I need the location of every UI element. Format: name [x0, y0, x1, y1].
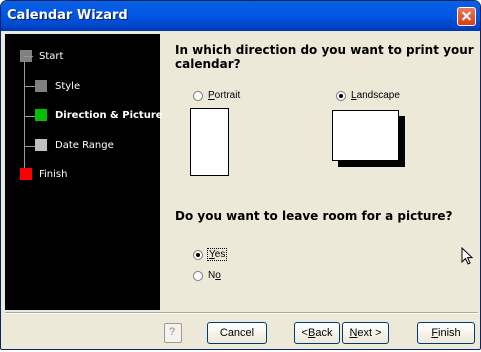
finish-button[interactable]: Finish	[417, 322, 475, 344]
direction-question: In which direction do you want to print …	[175, 43, 474, 71]
step-date-range-label: Date Range	[55, 140, 114, 151]
landscape-label: Landscape	[351, 90, 400, 101]
landscape-radio[interactable]: Landscape	[336, 90, 400, 101]
footer-divider-highlight	[5, 313, 478, 314]
next-button[interactable]: Next >	[342, 322, 389, 344]
step-date-range-branch	[24, 140, 35, 147]
wizard-content-pane: In which direction do you want to print …	[163, 34, 475, 310]
window-title: Calendar Wizard	[7, 8, 128, 23]
step-style-branch	[24, 80, 35, 87]
portrait-radio-dot[interactable]	[193, 90, 203, 101]
direction-question-line2: calendar?	[175, 57, 241, 71]
landscape-preview	[332, 110, 399, 161]
picture-yes-radio-dot[interactable]	[193, 249, 203, 260]
title-bar[interactable]: Calendar Wizard	[1, 1, 480, 31]
picture-no-radio[interactable]: No	[193, 270, 221, 281]
portrait-radio[interactable]: Portrait	[193, 90, 240, 101]
step-finish-marker	[20, 168, 32, 180]
step-finish-label: Finish	[39, 169, 68, 180]
step-date-range-marker	[35, 139, 47, 151]
step-direction-label: Direction & Picture	[55, 110, 163, 121]
back-button[interactable]: < Back	[294, 322, 340, 344]
wizard-steps-pane: Start Style Direction & Picture Date Ran…	[5, 34, 163, 310]
picture-yes-radio[interactable]: Yes	[193, 248, 228, 261]
calendar-wizard-window: Calendar Wizard Start Style Direction & …	[0, 0, 481, 350]
help-icon[interactable]	[164, 323, 182, 343]
step-direction-marker	[35, 109, 47, 121]
mouse-cursor-icon	[461, 247, 473, 265]
step-direction-branch	[24, 110, 35, 117]
close-icon[interactable]	[457, 7, 476, 26]
cancel-button[interactable]: Cancel	[207, 322, 267, 344]
picture-question: Do you want to leave room for a picture?	[175, 209, 453, 223]
step-start-label: Start	[39, 51, 64, 62]
picture-no-radio-dot[interactable]	[193, 270, 203, 281]
step-start-branch	[24, 56, 33, 57]
step-style-label: Style	[55, 81, 81, 92]
portrait-preview	[190, 108, 229, 176]
picture-no-label: No	[208, 270, 221, 281]
landscape-radio-dot[interactable]	[336, 90, 346, 101]
direction-question-line1: In which direction do you want to print …	[175, 43, 474, 57]
picture-yes-label: Yes	[206, 248, 228, 261]
steps-connector-line	[24, 60, 25, 180]
step-style-marker	[35, 80, 47, 92]
portrait-label: Portrait	[208, 90, 241, 101]
